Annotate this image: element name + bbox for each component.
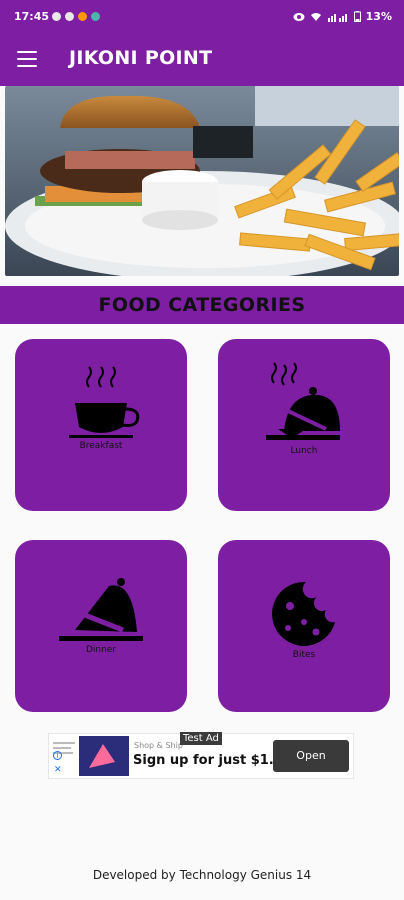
teacup-icon (69, 366, 140, 438)
wifi-icon (310, 12, 321, 21)
category-tile-breakfast[interactable]: Breakfast (15, 339, 187, 511)
categories-header: FOOD CATEGORIES (0, 286, 404, 324)
cloche-icon (59, 578, 143, 641)
notification-icon (65, 12, 74, 21)
category-tile-bites[interactable]: Bites (218, 540, 390, 712)
menu-button[interactable] (17, 51, 37, 67)
ad-close-icon[interactable]: ✕ (54, 765, 62, 775)
category-tile-lunch[interactable]: Lunch (218, 339, 390, 511)
app-title: JIKONI POINT (69, 47, 213, 69)
notification-icons (52, 12, 100, 21)
notification-icon (52, 12, 61, 21)
battery-icon (353, 11, 361, 22)
menu-icon (17, 51, 37, 53)
covered-dish-icon (266, 362, 340, 440)
notification-icon (78, 12, 87, 21)
footer-credit: Developed by Technology Genius 14 (92, 868, 312, 882)
signal-icon (327, 13, 347, 22)
burger-fries-illustration (5, 86, 399, 276)
ad-headline: Sign up for just $1. (133, 753, 274, 768)
ad-badge: Test Ad (180, 732, 222, 745)
battery-percent: 13% (365, 10, 392, 23)
category-label: Breakfast (79, 441, 123, 451)
category-label: Dinner (85, 645, 117, 655)
cookie-icon (272, 581, 335, 646)
notification-icon (91, 12, 100, 21)
category-tile-dinner[interactable]: Dinner (15, 540, 187, 712)
hero-food-image (5, 86, 399, 276)
status-time: 17:45 (14, 10, 50, 23)
section-title: FOOD CATEGORIES (98, 294, 306, 316)
app-bar: JIKONI POINT (0, 32, 404, 86)
category-label: Bites (292, 650, 316, 660)
status-bar: 17:45 13% (0, 0, 404, 32)
ad-small-text: Shop & Ship (134, 741, 183, 750)
ad-info-icon[interactable]: i (53, 751, 62, 760)
eye-icon (293, 12, 305, 21)
status-right: 13% (293, 10, 392, 23)
category-label: Lunch (290, 446, 318, 456)
ad-open-button[interactable]: Open (273, 740, 349, 772)
